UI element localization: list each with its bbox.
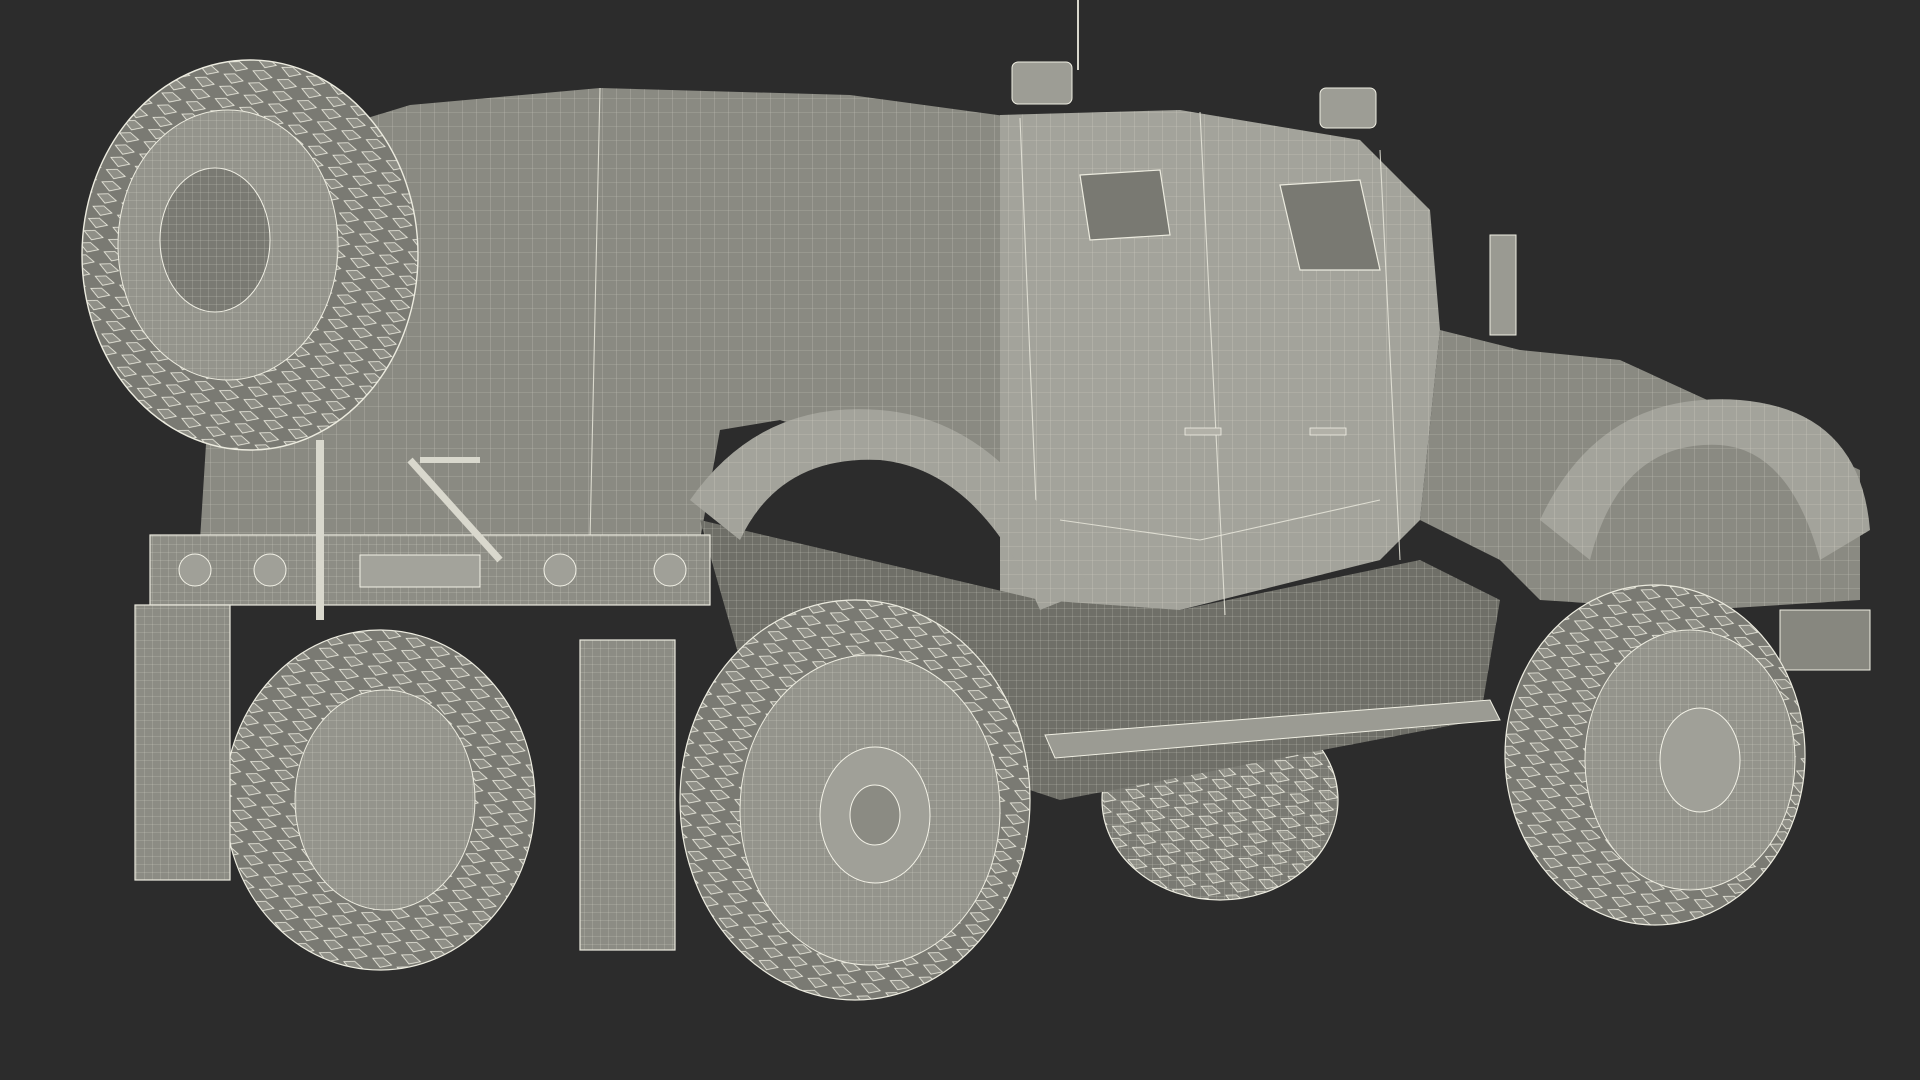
render-viewport xyxy=(0,0,1920,1080)
front-bumper xyxy=(1779,609,1871,671)
roof-light xyxy=(1011,61,1073,105)
rear-wheel-right xyxy=(679,599,1031,1001)
door-handle xyxy=(1184,427,1222,436)
front-wheel xyxy=(1504,584,1806,926)
roof-light xyxy=(1319,87,1377,129)
rear-bumper-frame xyxy=(149,534,711,606)
spare-wheel xyxy=(81,59,419,451)
side-window-rear xyxy=(1079,169,1171,241)
door-handle xyxy=(1309,427,1347,436)
side-mirror xyxy=(1489,234,1517,336)
wireframe-vehicle-render xyxy=(81,0,1871,1001)
rear-wheel-left xyxy=(224,629,536,971)
